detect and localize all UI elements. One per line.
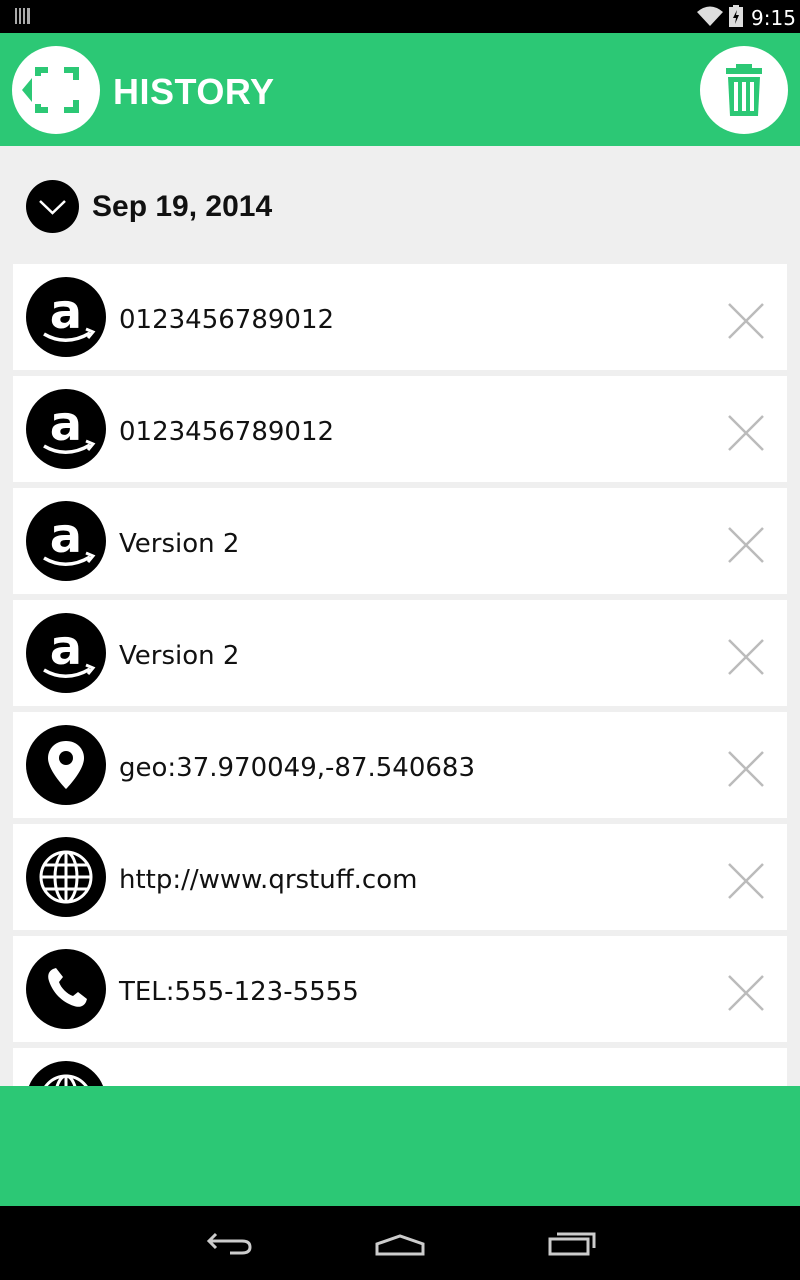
item-text: 0123456789012 (119, 417, 335, 447)
item-text: http://www.qrstuff.com (119, 865, 418, 895)
date-label: Sep 19, 2014 (92, 190, 273, 223)
amazon-icon: a (26, 277, 106, 357)
svg-text:a: a (50, 620, 82, 676)
collapse-toggle[interactable] (26, 180, 79, 233)
history-item[interactable] (13, 1048, 787, 1086)
globe-icon (26, 837, 106, 917)
status-bar: 9:15 (0, 0, 800, 33)
delete-item-icon[interactable] (727, 974, 765, 1012)
history-item[interactable]: TEL:555-123-5555 (13, 936, 787, 1042)
scanner-back-icon (22, 67, 79, 113)
amazon-icon: a (26, 613, 106, 693)
delete-item-icon[interactable] (727, 862, 765, 900)
delete-item-icon[interactable] (727, 638, 765, 676)
item-text: geo:37.970049,-87.540683 (119, 753, 476, 783)
delete-item-icon[interactable] (727, 750, 765, 788)
page-title: HISTORY (113, 71, 275, 112)
history-item[interactable]: a 0123456789012 (13, 376, 787, 482)
history-item[interactable]: geo:37.970049,-87.540683 (13, 712, 787, 818)
chevron-down-icon (39, 200, 66, 215)
battery-icon (729, 5, 743, 27)
barcode-notification-icon (15, 8, 30, 24)
app-bar: HISTORY (0, 33, 800, 146)
item-text: Version 2 (119, 529, 240, 559)
amazon-icon: a (26, 389, 106, 469)
svg-text:a: a (50, 284, 82, 340)
nav-back-icon[interactable] (206, 1230, 254, 1256)
amazon-icon: a (26, 501, 106, 581)
globe-icon (26, 1061, 106, 1086)
wifi-icon (697, 6, 723, 26)
scan-back-button[interactable] (12, 46, 100, 134)
nav-home-icon[interactable] (374, 1234, 426, 1256)
system-navigation-bar (0, 1206, 800, 1280)
phone-icon (26, 949, 106, 1029)
delete-item-icon[interactable] (727, 526, 765, 564)
history-list[interactable]: a 0123456789012 a 0123456789012 a Versio… (0, 264, 800, 1086)
svg-text:a: a (50, 508, 82, 564)
nav-recents-icon[interactable] (548, 1230, 596, 1256)
delete-item-icon[interactable] (727, 414, 765, 452)
history-item[interactable]: a Version 2 (13, 488, 787, 594)
delete-item-icon[interactable] (727, 302, 765, 340)
item-text: Version 2 (119, 641, 240, 671)
clear-history-button[interactable] (700, 46, 788, 134)
trash-icon (726, 64, 762, 116)
map-pin-icon (26, 725, 106, 805)
svg-text:a: a (50, 396, 82, 452)
item-text: TEL:555-123-5555 (119, 977, 359, 1007)
clock-time: 9:15 (751, 6, 796, 30)
history-item[interactable]: http://www.qrstuff.com (13, 824, 787, 930)
bottom-ad-banner (0, 1086, 800, 1206)
item-text: 0123456789012 (119, 305, 335, 335)
date-group-header[interactable]: Sep 19, 2014 (0, 146, 800, 264)
history-item[interactable]: a Version 2 (13, 600, 787, 706)
history-item[interactable]: a 0123456789012 (13, 264, 787, 370)
